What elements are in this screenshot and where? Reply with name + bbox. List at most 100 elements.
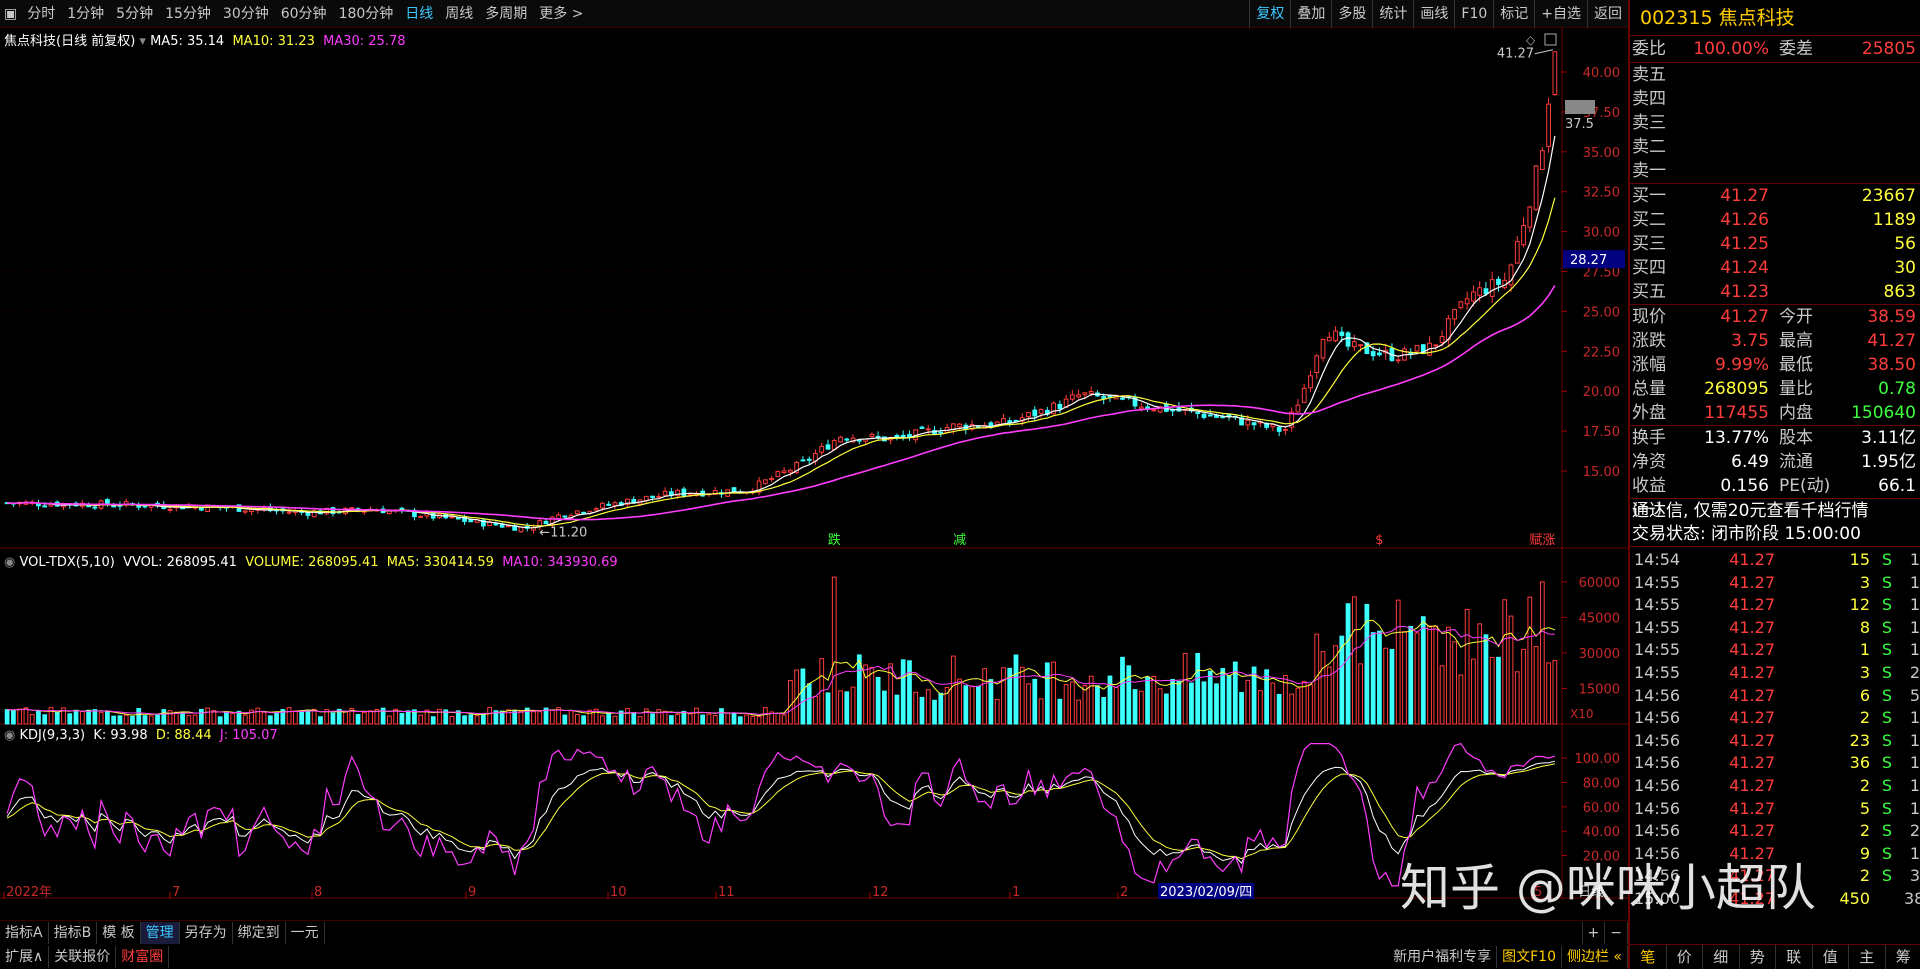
- stat-value: 13.77%: [1704, 428, 1769, 448]
- sell-row[interactable]: 卖四: [1630, 87, 1920, 111]
- f10-graphic-link[interactable]: 图文F10: [1497, 945, 1562, 968]
- right-small-price: 37.5: [1565, 117, 1594, 132]
- volume-bar: [637, 716, 643, 725]
- buy-row[interactable]: 买二 41.26 1189: [1630, 208, 1920, 232]
- one-yuan-button[interactable]: 一元: [286, 921, 325, 944]
- volume-bar: [1377, 630, 1382, 725]
- kline-chart-svg[interactable]: 40.0037.5035.0032.5030.0027.5025.0022.50…: [0, 28, 1628, 900]
- period-tab-multi[interactable]: 多周期: [479, 0, 533, 28]
- period-tab-15min[interactable]: 15分钟: [159, 0, 217, 28]
- indicator-a-button[interactable]: 指标A: [0, 921, 49, 944]
- manage-button[interactable]: 管理: [140, 921, 180, 944]
- save-as-button[interactable]: 另存为: [180, 921, 233, 944]
- new-user-promo-link[interactable]: 新用户福利专享: [1388, 945, 1498, 968]
- quote-tab-4[interactable]: 联: [1776, 945, 1813, 969]
- stat-value: 66.1: [1878, 476, 1916, 496]
- chart-area[interactable]: 40.00 37.50 35.00 32.50 30.00 27.50 25.00 22.50…: [0, 28, 1628, 900]
- candle-body: [242, 510, 248, 513]
- sell-row[interactable]: 卖一: [1630, 159, 1920, 183]
- kdj-indicator-name[interactable]: KDJ(9,3,3): [19, 728, 85, 743]
- window-menu-icon[interactable]: ▣: [0, 0, 21, 28]
- price-tick-label: 35.00: [1583, 146, 1620, 161]
- tick-volume: 36: [1849, 753, 1870, 773]
- volume-bar: [418, 714, 424, 725]
- period-tab-180min[interactable]: 180分钟: [333, 0, 400, 28]
- bind-to-button[interactable]: 绑定到: [233, 921, 286, 944]
- period-tab-daily[interactable]: 日线: [399, 0, 439, 28]
- vol-panel-toggle-icon[interactable]: ◉: [4, 555, 19, 570]
- buy-label: 买三: [1632, 234, 1666, 254]
- kdj-j-value: J: 105.07: [219, 728, 278, 743]
- quote-tab-2[interactable]: 细: [1703, 945, 1740, 969]
- volume-bar: [850, 686, 856, 725]
- volume-bar: [111, 715, 117, 725]
- template-button[interactable]: 模 板: [97, 921, 141, 944]
- candle-body: [907, 434, 912, 438]
- back-button[interactable]: 返回: [1587, 0, 1628, 28]
- overlay-button[interactable]: 叠加: [1290, 0, 1331, 28]
- buy-row[interactable]: 买三 41.25 56: [1630, 232, 1920, 256]
- kdj-panel-toggle-icon[interactable]: ◉: [4, 728, 19, 743]
- sidebar-toggle[interactable]: 侧边栏 «: [1562, 945, 1628, 968]
- volume-bar: [775, 712, 781, 725]
- vol-indicator-name[interactable]: VOL-TDX(5,10): [19, 555, 114, 570]
- tick-side: S: [1881, 617, 1893, 637]
- tick-time: 14:56: [1634, 730, 1681, 750]
- stat-row: 涨跌 3.75 最高 41.27: [1630, 329, 1920, 353]
- quote-tab-6[interactable]: 主: [1849, 945, 1886, 969]
- legend-dropdown-icon[interactable]: ▾: [139, 34, 150, 49]
- candle-body: [1082, 392, 1088, 396]
- cursor-date-label: 2023/02/09/四: [1160, 885, 1252, 900]
- buy-row[interactable]: 买五 41.23 863: [1630, 280, 1920, 304]
- period-tab-30min[interactable]: 30分钟: [217, 0, 275, 28]
- tick-count: 2: [1909, 821, 1920, 841]
- mark-button[interactable]: 标记: [1493, 0, 1534, 28]
- tick-time: 14:55: [1634, 595, 1681, 615]
- related-quotes-button[interactable]: 关联报价: [49, 945, 117, 968]
- candle-body: [543, 520, 549, 525]
- draw-line-button[interactable]: 画线: [1413, 0, 1454, 28]
- candle-body: [1107, 395, 1113, 398]
- f10-button[interactable]: F10: [1454, 0, 1493, 28]
- volume-bar: [1063, 684, 1069, 725]
- quote-tab-0[interactable]: 笔: [1630, 945, 1667, 969]
- quote-tab-7[interactable]: 筹: [1886, 945, 1920, 969]
- period-tab-fenshi[interactable]: 分时: [21, 0, 61, 28]
- volume-bar: [744, 714, 749, 725]
- period-tab-5min[interactable]: 5分钟: [110, 0, 159, 28]
- sell-row[interactable]: 卖五: [1630, 63, 1920, 87]
- ma10-value: MA10: 31.23: [232, 34, 315, 49]
- wealth-circle-button[interactable]: 财富圈: [116, 945, 170, 968]
- quote-tab-5[interactable]: 值: [1813, 945, 1849, 969]
- stat-row: 换手 13.77% 股本 3.11亿: [1630, 426, 1920, 450]
- restore-rights-button[interactable]: 复权: [1249, 0, 1290, 28]
- volume-bar: [712, 714, 718, 725]
- sell-row[interactable]: 卖二: [1630, 135, 1920, 159]
- promo-row[interactable]: 通达信, 仅需20元查看千档行情: [1630, 498, 1920, 522]
- buy-row[interactable]: 买四 41.24 30: [1630, 256, 1920, 280]
- multi-stock-button[interactable]: 多股: [1331, 0, 1372, 28]
- statistics-button[interactable]: 统计: [1372, 0, 1413, 28]
- period-tab-weekly[interactable]: 周线: [439, 0, 479, 28]
- expand-button[interactable]: 扩展∧: [0, 945, 50, 968]
- tick-row: 14:56 41.27 5 S 1: [1630, 798, 1920, 821]
- sell-row[interactable]: 卖三: [1630, 111, 1920, 135]
- volume-value: VOLUME: 268095.41: [245, 555, 379, 570]
- quote-tab-1[interactable]: 价: [1667, 945, 1703, 969]
- candle-body: [1433, 344, 1439, 347]
- vol-unit-label: X10: [1570, 707, 1594, 721]
- quote-tab-3[interactable]: 势: [1740, 945, 1776, 969]
- buy-row[interactable]: 买一 41.27 23667: [1630, 184, 1920, 208]
- zoom-out-button[interactable]: −: [1605, 921, 1628, 944]
- period-tab-more[interactable]: 更多 >: [533, 0, 589, 28]
- promo-text[interactable]: 通达信, 仅需20元查看千档行情: [1632, 501, 1868, 521]
- volume-bar: [756, 716, 762, 725]
- add-watchlist-button[interactable]: +自选: [1534, 0, 1587, 28]
- period-tab-60min[interactable]: 60分钟: [275, 0, 333, 28]
- candle-body: [1151, 409, 1157, 412]
- stat-value: 0.78: [1878, 379, 1916, 399]
- period-tab-1min[interactable]: 1分钟: [61, 0, 110, 28]
- tick-time: 14:55: [1634, 662, 1681, 682]
- zoom-in-button[interactable]: +: [1581, 921, 1606, 944]
- indicator-b-button[interactable]: 指标B: [49, 921, 98, 944]
